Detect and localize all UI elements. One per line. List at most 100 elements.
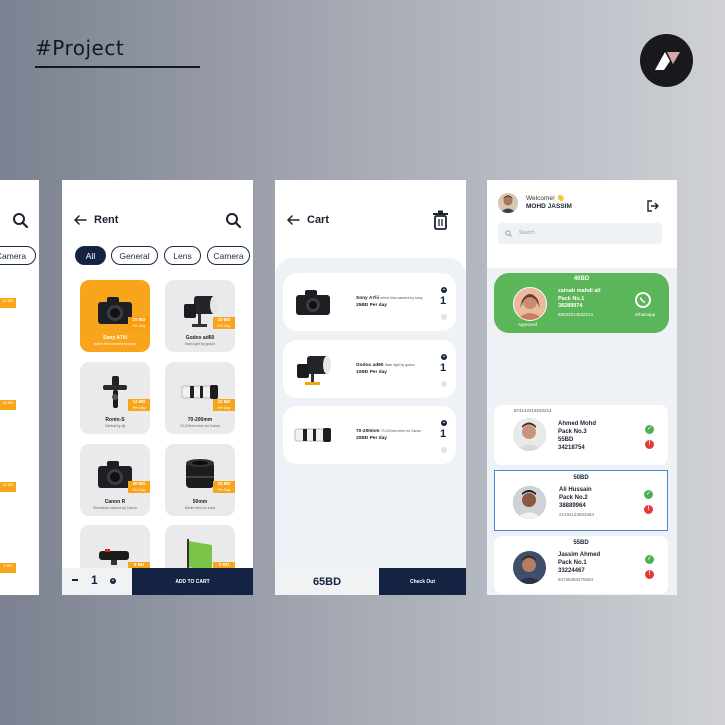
- cart-item-name: Sony A7iii mirror less camera by sony: [356, 296, 423, 301]
- quantity-value: 1: [91, 573, 98, 587]
- customer-avatar: [513, 486, 546, 519]
- user-avatar-icon: [498, 193, 518, 213]
- search-icon: [505, 230, 512, 237]
- customer-name: Ahmed Mohd: [558, 421, 596, 427]
- flash-light-icon: [297, 356, 331, 385]
- product-card[interactable]: 12 BD Per Day Ronin-S Gimbal by dji: [80, 362, 150, 434]
- customer-details: zainab mahdi ali Pack No.1 38289974 6553…: [558, 288, 601, 317]
- add-to-cart-button[interactable]: ADD TO CART: [132, 568, 253, 595]
- order-amount: 40BD: [573, 276, 590, 282]
- page-title: Cart: [307, 214, 330, 226]
- page-title: Rent: [94, 214, 119, 226]
- order-id: 21234124533464: [559, 512, 595, 517]
- cart-item-price: 10BD Per day: [356, 370, 387, 375]
- minus-icon[interactable]: [72, 579, 78, 581]
- price-tag-edge: 10 BD: [0, 298, 16, 308]
- user-avatar-icon: [513, 418, 546, 451]
- reject-icon[interactable]: !: [645, 570, 654, 579]
- product-desc: 70-200mm lens for Canon: [179, 424, 221, 428]
- product-desc: Mirrorless camera by Canon: [93, 506, 137, 510]
- plus-icon[interactable]: +: [441, 354, 447, 360]
- approve-check-icon[interactable]: ✓: [645, 425, 654, 434]
- product-card[interactable]: 20 BD Per Day Canon R Mirrorless camera b…: [80, 444, 150, 516]
- approved-order-card[interactable]: 40BD zainab mahdi ali Pack No.1 38289974…: [494, 273, 669, 333]
- approve-check-icon[interactable]: ✓: [645, 555, 654, 564]
- project-title: #Project: [35, 36, 125, 60]
- price-tag: 12 BD Per Day: [128, 399, 150, 411]
- product-name: Ronin-S: [105, 417, 125, 423]
- user-avatar-icon: [513, 551, 546, 584]
- plus-icon[interactable]: +: [441, 420, 447, 426]
- chip-all[interactable]: All: [75, 246, 106, 265]
- title-underline: [35, 66, 200, 68]
- product-card[interactable]: 10 BD Per Day Godox ad60 flash light by g…: [165, 280, 235, 352]
- chip-general[interactable]: General: [111, 246, 158, 265]
- cart-item-quantity: 1: [440, 295, 447, 307]
- plus-icon[interactable]: +: [110, 578, 116, 584]
- cart-item[interactable]: Sony A7iii mirror less camera by sony 25…: [283, 273, 456, 331]
- customer-avatar: [513, 551, 546, 584]
- customer-avatar: [513, 418, 546, 451]
- reject-icon[interactable]: !: [645, 440, 654, 449]
- cart-item[interactable]: 70-200mm 70-200mm lens for Canon 20BD Pe…: [283, 406, 456, 464]
- telephoto-lens-icon: [294, 428, 331, 442]
- orders-screen: Welcome! 👋 MOHD JASSIM Search 40BD zaina…: [487, 180, 677, 595]
- customer-name: Jassim Ahmed: [558, 552, 601, 558]
- product-name: Sony A7iii: [103, 335, 127, 341]
- order-id: 94736383475654: [558, 577, 594, 582]
- checkout-button[interactable]: Check Out: [379, 568, 466, 595]
- cart-item-quantity: 1: [440, 428, 447, 440]
- plus-icon[interactable]: +: [441, 287, 447, 293]
- status-label: Approved: [518, 322, 538, 327]
- price-tag: 20 BD Per Day: [213, 399, 235, 411]
- cart-item[interactable]: Godox ad60 flash light by godox 10BD Per…: [283, 340, 456, 398]
- search-icon[interactable]: [225, 212, 242, 229]
- search-icon[interactable]: [12, 212, 29, 229]
- camera-icon: [296, 290, 330, 315]
- chip-camera[interactable]: Camera: [207, 246, 250, 265]
- chip-camera-edge[interactable]: Camera: [0, 246, 36, 265]
- logout-icon[interactable]: [647, 200, 659, 212]
- welcome-text: Welcome! 👋: [526, 195, 565, 202]
- reject-icon[interactable]: !: [644, 505, 653, 514]
- avatar[interactable]: [498, 193, 518, 213]
- order-card[interactable]: 874142214632214 Ahmed Mohd Pack No.3 55B…: [494, 405, 668, 465]
- phone-number: 33224467: [558, 568, 585, 574]
- rent-screen: Rent All General Lens Camera 25 BD Per Da…: [62, 180, 253, 595]
- minus-icon[interactable]: [441, 381, 447, 387]
- phone-number: 38889964: [559, 503, 586, 509]
- cart-item-price: 20BD Per day: [356, 436, 387, 441]
- price-tag: 10 BD Per Day: [213, 317, 235, 329]
- approve-check-icon[interactable]: ✓: [644, 490, 653, 499]
- product-name: 70-200mm: [187, 417, 213, 423]
- product-card[interactable]: 25 BD Per Day Sony A7iii mirror less came…: [80, 280, 150, 352]
- brand-logo: [640, 34, 693, 87]
- order-amount: 55BD: [573, 540, 589, 546]
- chip-lens[interactable]: Lens: [164, 246, 201, 265]
- product-card[interactable]: 20 BD Per Day 70-200mm 70-200mm lens for …: [165, 362, 235, 434]
- search-input[interactable]: Search: [498, 223, 662, 244]
- cart-screen: Cart Sony A7iii mirror less camera by so…: [275, 180, 466, 595]
- logo-triangles-icon: [654, 51, 680, 70]
- whatsapp-icon[interactable]: [634, 291, 652, 309]
- user-avatar-icon: [513, 486, 546, 519]
- pack-label: Pack No.3: [558, 429, 587, 435]
- order-card-selected[interactable]: 50BD Ali Hussain Pack No.2 38889964 2123…: [494, 470, 668, 531]
- cart-item-quantity: 1: [440, 362, 447, 374]
- price-tag: 15 BD Per Day: [213, 481, 235, 493]
- cart-total: 65BD: [275, 568, 379, 595]
- minus-icon[interactable]: [441, 314, 447, 320]
- order-card[interactable]: 55BD Jassim Ahmed Pack No.1 33224467 947…: [494, 536, 668, 594]
- user-name: MOHD JASSIM: [526, 203, 572, 210]
- pack-label: Pack No.2: [559, 495, 588, 501]
- product-name: 50mm: [192, 499, 208, 505]
- product-desc: Gimbal by dji: [104, 424, 126, 428]
- trash-icon[interactable]: [432, 210, 449, 230]
- customer-name: Ali Hussain: [559, 487, 592, 493]
- price-tag-edge: 5 BD: [0, 563, 16, 573]
- product-card[interactable]: 15 BD Per Day 50mm 50mm lens for sony: [165, 444, 235, 516]
- minus-icon[interactable]: [441, 447, 447, 453]
- back-arrow-icon[interactable]: [74, 215, 87, 225]
- back-arrow-icon[interactable]: [287, 215, 300, 225]
- header: Welcome! 👋 MOHD JASSIM Search: [487, 180, 677, 268]
